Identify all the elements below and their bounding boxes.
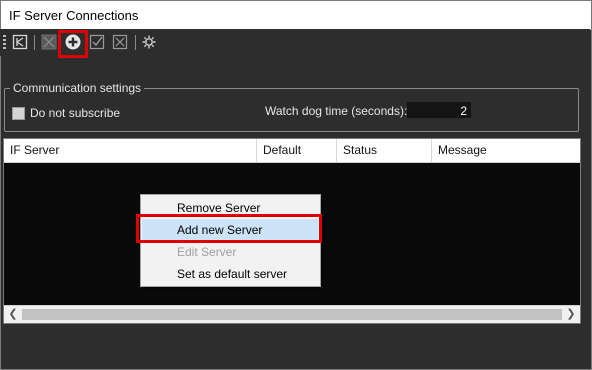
remove-server-icon[interactable] (40, 33, 58, 51)
title-bar: IF Server Connections (1, 1, 591, 30)
column-header-status[interactable]: Status (337, 139, 432, 162)
toolbar-separator (135, 35, 136, 50)
list-header: IF Server Default Status Message (4, 139, 580, 163)
set-default-icon[interactable] (111, 33, 129, 51)
window-title: IF Server Connections (9, 8, 139, 23)
watchdog-time-input[interactable]: 2 (407, 102, 471, 118)
toolbar (0, 29, 590, 56)
settings-icon[interactable] (140, 33, 158, 51)
scrollbar-thumb[interactable] (22, 309, 562, 320)
communication-settings-legend: Communication settings (10, 81, 145, 95)
import-icon[interactable] (11, 33, 29, 51)
add-server-highlight (58, 30, 88, 58)
scroll-left-icon[interactable]: ❮ (5, 308, 21, 321)
watchdog-time-label: Watch dog time (seconds): (265, 104, 408, 118)
do-not-subscribe-checkbox[interactable] (12, 107, 25, 120)
edit-server-icon[interactable] (88, 33, 106, 51)
column-header-default[interactable]: Default (257, 139, 337, 162)
horizontal-scrollbar[interactable]: ❮ ❯ (4, 305, 580, 323)
add-new-server-highlight (136, 214, 322, 243)
toolbar-grip[interactable] (3, 35, 6, 50)
toolbar-separator (34, 35, 35, 50)
menu-item-edit-server: Edit Server (177, 245, 237, 259)
do-not-subscribe-label: Do not subscribe (30, 106, 121, 120)
column-header-if-server[interactable]: IF Server (4, 139, 257, 162)
menu-item-set-default-server[interactable]: Set as default server (142, 263, 318, 285)
column-header-message[interactable]: Message (432, 139, 580, 162)
scroll-right-icon[interactable]: ❯ (563, 308, 579, 321)
